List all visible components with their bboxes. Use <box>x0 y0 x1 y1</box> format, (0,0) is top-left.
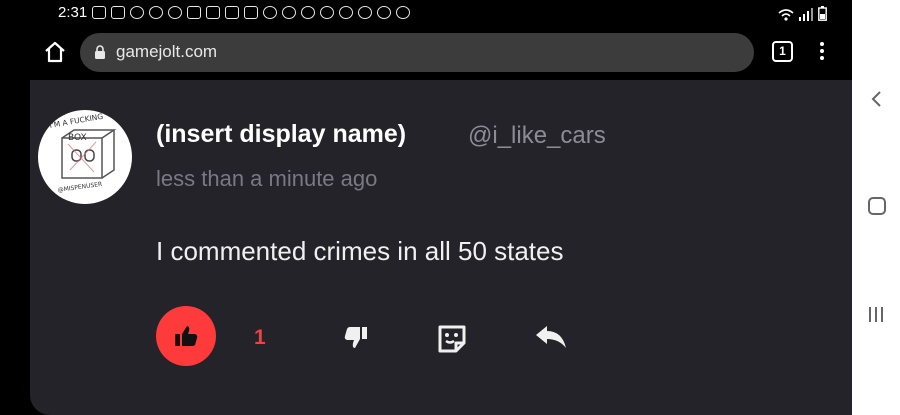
browser-toolbar: gamejolt.com 1 <box>0 28 852 80</box>
missed-call-icon <box>358 6 372 19</box>
gmail-icon <box>244 6 258 19</box>
person-icon <box>339 6 353 19</box>
app-icon <box>301 6 315 19</box>
sticker-icon[interactable] <box>435 322 469 356</box>
avatar-drawing: I'M A FUCKING BOX @MISPENUSER <box>49 112 117 194</box>
viber-icon <box>377 6 391 19</box>
reddit-icon <box>168 6 182 19</box>
viber-icon <box>396 6 410 19</box>
signal-icon <box>799 8 813 21</box>
url-text: gamejolt.com <box>116 42 218 61</box>
reply-icon[interactable] <box>534 324 568 352</box>
voicemail-icon <box>149 6 163 19</box>
home-icon[interactable] <box>42 39 68 65</box>
avatar[interactable]: I'M A FUCKING BOX @MISPENUSER <box>38 110 132 204</box>
username[interactable]: @i_like_cars <box>468 122 606 150</box>
puzzle-icon <box>263 6 277 19</box>
post-card: I'M A FUCKING BOX @MISPENUSER (insert di… <box>30 80 852 415</box>
gallery-icon <box>92 6 106 19</box>
status-bar: 2:31 <box>0 0 852 28</box>
gmail-icon <box>225 6 239 19</box>
more-options-icon[interactable] <box>815 42 829 62</box>
battery-icon <box>818 6 827 21</box>
address-bar[interactable]: gamejolt.com <box>80 33 754 72</box>
back-icon[interactable] <box>870 90 882 108</box>
phone-screen: 2:31 gamejolt.com 1 I'M A FUCKING BOX @M… <box>0 0 852 415</box>
post-body: I commented crimes in all 50 states <box>156 236 564 266</box>
person-icon <box>320 6 334 19</box>
system-status-icons <box>778 6 827 21</box>
avatar-caption-box: BOX <box>68 133 87 143</box>
gmail-icon <box>187 6 201 19</box>
like-count[interactable]: 1 <box>254 326 266 350</box>
status-time: 2:31 <box>58 4 88 21</box>
home-nav-icon[interactable] <box>868 197 886 215</box>
lock-icon <box>95 45 105 59</box>
avatar-signature: @MISPENUSER <box>57 181 102 194</box>
notification-icons <box>92 6 410 19</box>
recent-apps-icon[interactable] <box>869 307 885 322</box>
android-nav-bar <box>852 0 900 415</box>
thumbs-down-icon[interactable] <box>340 324 368 352</box>
like-button[interactable] <box>156 306 216 366</box>
snapchat-icon <box>130 6 144 19</box>
thumbs-up-icon <box>175 326 198 346</box>
avatar-caption-top: I'M A FUCKING <box>49 112 104 130</box>
app-icon <box>282 6 296 19</box>
tab-switcher-button[interactable]: 1 <box>772 41 793 62</box>
gallery-icon <box>206 6 220 19</box>
youtube-icon <box>111 6 125 19</box>
wifi-icon <box>778 9 794 21</box>
post-timestamp[interactable]: less than a minute ago <box>156 166 377 192</box>
display-name[interactable]: (insert display name) <box>156 120 406 149</box>
